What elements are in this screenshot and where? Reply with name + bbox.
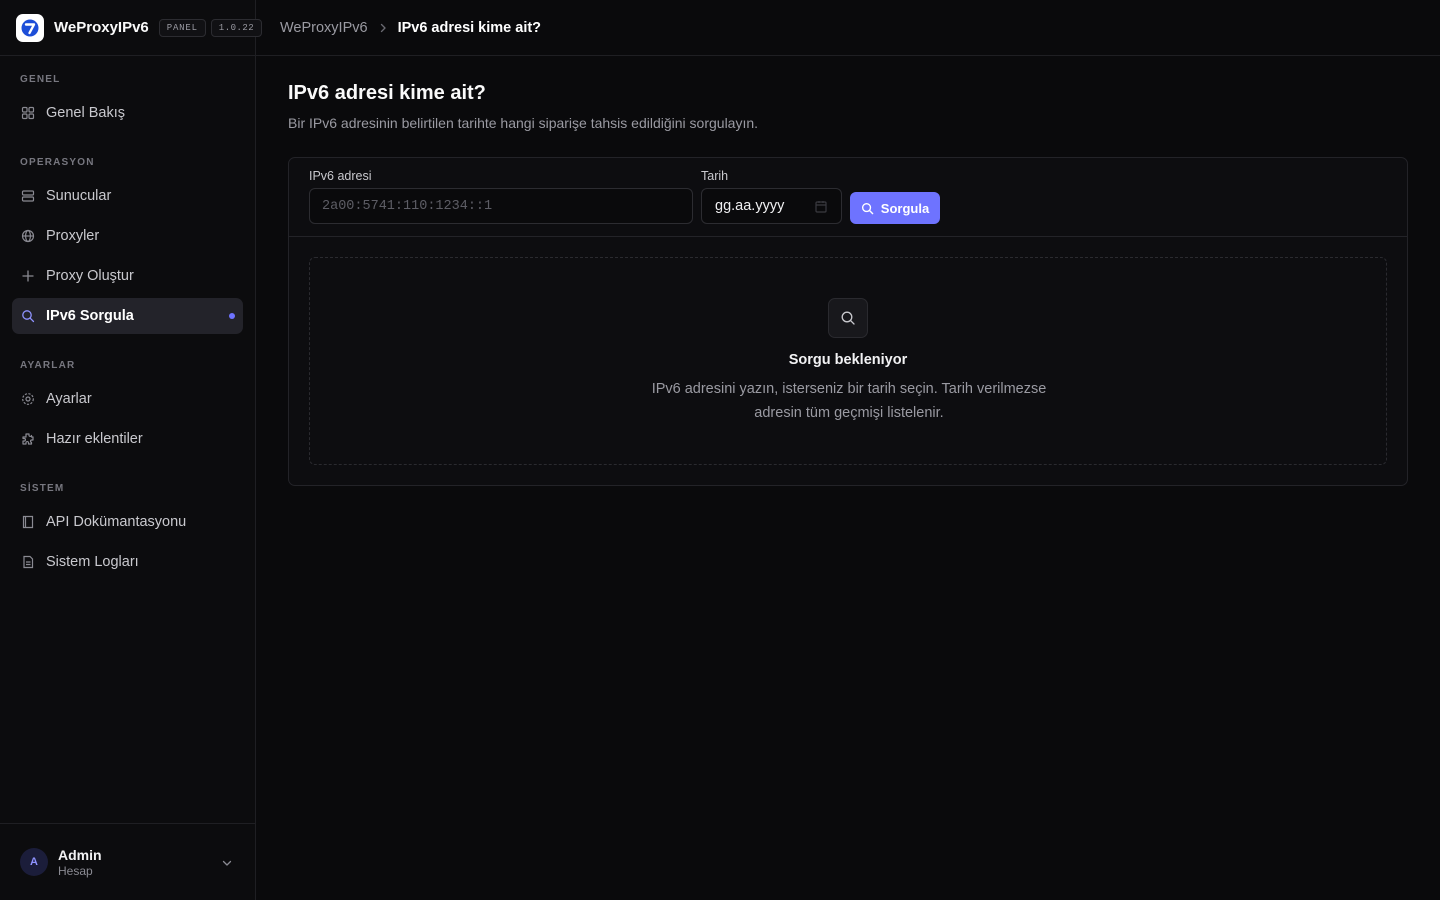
file-icon xyxy=(21,555,35,569)
search-icon xyxy=(21,309,35,323)
user-role: Hesap xyxy=(58,863,93,878)
chevron-down-icon[interactable] xyxy=(221,856,233,868)
user-info: Admin Hesap xyxy=(58,847,102,878)
query-form: IPv6 adresi Tarih gg.aa.yyyy Sorgula xyxy=(289,158,1407,237)
chevron-right-icon xyxy=(377,22,389,34)
sidebar-item-label: Proxyler xyxy=(46,228,100,244)
sidebar-item-api-dokumantasyonu[interactable]: API Dokümantasyonu xyxy=(12,504,243,540)
sidebar-item-ayarlar[interactable]: Ayarlar xyxy=(12,381,243,417)
date-input[interactable]: gg.aa.yyyy xyxy=(701,188,842,224)
ipv6-input[interactable] xyxy=(309,188,693,224)
date-placeholder: gg.aa.yyyy xyxy=(715,198,785,214)
main-content: IPv6 adresi kime ait? Bir IPv6 adresinin… xyxy=(288,56,1408,486)
user-menu[interactable]: A Admin Hesap xyxy=(0,823,255,900)
topbar: WeProxyIPv6 IPv6 adresi kime ait? xyxy=(256,0,1440,56)
sidebar-item-label: Sunucular xyxy=(46,188,112,204)
user-name: Admin xyxy=(58,846,102,863)
sidebar: WeProxyIPv6 PANEL 1.0.22 GENEL Genel Bak… xyxy=(0,0,263,900)
empty-state-title: Sorgu bekleniyor xyxy=(788,352,908,368)
query-submit-label: Sorgula xyxy=(880,200,930,216)
version-badge: 1.0.22 xyxy=(210,18,263,37)
puzzle-icon xyxy=(21,432,35,446)
active-indicator-dot xyxy=(229,313,235,319)
sidebar-item-label: IPv6 Sorgula xyxy=(46,308,134,324)
section-label-genel: GENEL xyxy=(20,74,61,85)
sidebar-item-label: Ayarlar xyxy=(46,391,92,407)
page-title: IPv6 adresi kime ait? xyxy=(288,82,486,104)
section-label-sistem: SİSTEM xyxy=(20,483,65,494)
sidebar-item-label: Sistem Logları xyxy=(46,554,139,570)
section-label-ayarlar: AYARLAR xyxy=(20,360,76,371)
sidebar-item-label: Hazır eklentiler xyxy=(46,431,143,447)
sidebar-item-ipv6-sorgula[interactable]: IPv6 Sorgula xyxy=(12,298,243,334)
panel-badge: PANEL xyxy=(158,18,206,37)
search-icon xyxy=(828,298,868,338)
search-icon xyxy=(861,202,874,214)
query-submit-button[interactable]: Sorgula xyxy=(850,192,940,224)
sidebar-item-genel-bakis[interactable]: Genel Bakış xyxy=(12,95,243,131)
book-icon xyxy=(21,515,35,529)
server-icon xyxy=(21,189,35,203)
page-subtitle: Bir IPv6 adresinin belirtilen tarihte ha… xyxy=(288,115,759,131)
sidebar-item-proxyler[interactable]: Proxyler xyxy=(12,218,243,254)
sidebar-item-sunucular[interactable]: Sunucular xyxy=(12,178,243,214)
calendar-icon[interactable] xyxy=(815,200,827,213)
section-label-operasyon: OPERASYON xyxy=(20,157,95,168)
sidebar-item-hazir-eklentiler[interactable]: Hazır eklentiler xyxy=(12,421,243,457)
logo-icon[interactable] xyxy=(16,13,44,42)
avatar: A xyxy=(20,848,48,876)
empty-state-description: IPv6 adresini yazın, isterseniz bir tari… xyxy=(651,381,1047,421)
ipv6-field-label: IPv6 adresi xyxy=(309,169,372,183)
breadcrumb-home-link[interactable]: WeProxyIPv6 xyxy=(280,20,368,36)
date-field-label: Tarih xyxy=(701,169,729,183)
sidebar-item-label: Genel Bakış xyxy=(46,105,125,121)
globe-icon xyxy=(21,229,35,243)
breadcrumb: WeProxyIPv6 IPv6 adresi kime ait? xyxy=(280,20,541,36)
empty-state: Sorgu bekleniyor IPv6 adresini yazın, is… xyxy=(309,257,1387,465)
query-card: IPv6 adresi Tarih gg.aa.yyyy Sorgula Sor… xyxy=(288,157,1408,486)
sidebar-item-sistem-loglari[interactable]: Sistem Logları xyxy=(12,544,243,580)
plus-icon xyxy=(21,269,35,283)
brand-name: WeProxyIPv6 xyxy=(54,19,149,36)
sidebar-item-proxy-olustur[interactable]: Proxy Oluştur xyxy=(12,258,243,294)
grid-icon xyxy=(21,106,35,120)
gear-icon xyxy=(21,392,35,406)
sidebar-item-label: API Dokümantasyonu xyxy=(46,514,187,530)
sidebar-item-label: Proxy Oluştur xyxy=(46,268,134,284)
brand-header: WeProxyIPv6 PANEL 1.0.22 xyxy=(0,0,263,56)
breadcrumb-current: IPv6 adresi kime ait? xyxy=(397,19,542,36)
